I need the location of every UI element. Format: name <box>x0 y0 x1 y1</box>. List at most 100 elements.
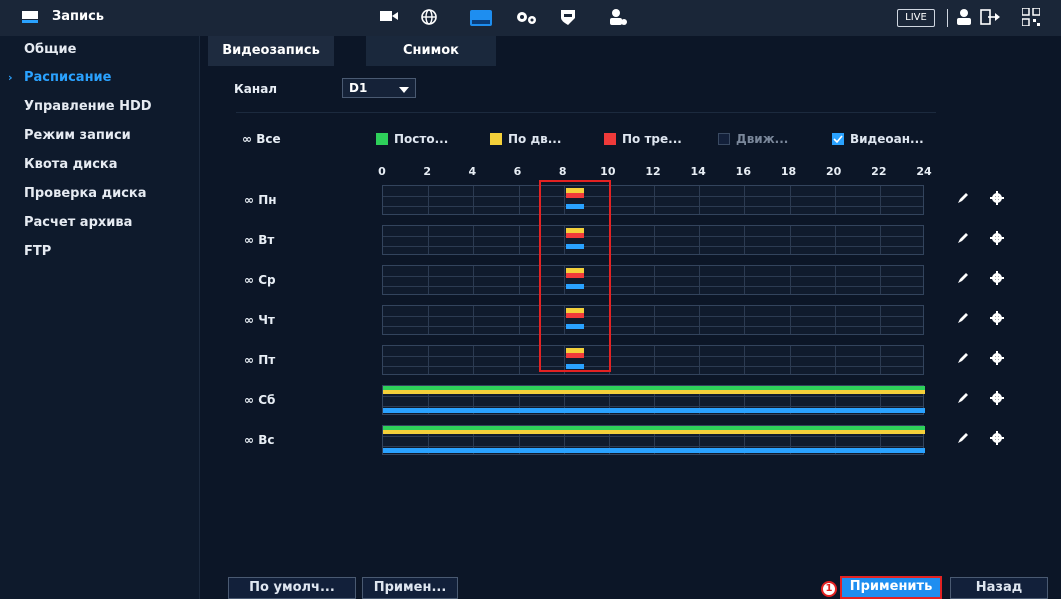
edit-pen-icon[interactable] <box>956 271 970 289</box>
gear-icon[interactable] <box>990 431 1004 449</box>
shield-icon[interactable] <box>560 8 576 31</box>
sidebar-item-schedule[interactable]: › Расписание <box>0 64 200 92</box>
day-link[interactable]: ∞ Ср <box>244 273 276 287</box>
hour-tick-label: 24 <box>916 165 932 178</box>
grid-line <box>428 346 430 374</box>
gear-icon[interactable] <box>990 191 1004 209</box>
link-icon: ∞ <box>244 313 259 327</box>
sidebar-item-general[interactable]: Общие <box>0 36 200 64</box>
sidebar-item-record-mode[interactable]: Режим записи <box>0 122 200 150</box>
edit-pen-icon[interactable] <box>956 231 970 249</box>
sidebar-item-archive-calc[interactable]: Расчет архива <box>0 209 200 237</box>
logout-icon[interactable] <box>980 8 1002 31</box>
live-button[interactable]: LIVE <box>897 9 935 27</box>
grid-line <box>879 346 881 374</box>
all-label: Все <box>256 132 281 146</box>
back-button[interactable]: Назад <box>950 577 1048 599</box>
tab-snapshot[interactable]: Снимок <box>366 36 496 66</box>
legend-label: Посто... <box>394 132 449 146</box>
sidebar-item-hdd[interactable]: Управление HDD <box>0 93 200 121</box>
channel-value: D1 <box>349 81 368 95</box>
day-link[interactable]: ∞ Вт <box>244 233 274 247</box>
legend-label: По тре... <box>622 132 682 146</box>
legend-motion-detect[interactable]: Движ... <box>718 132 788 146</box>
hour-tick-label: 6 <box>513 165 522 178</box>
day-link[interactable]: ∞ Пн <box>244 193 277 207</box>
grid-line <box>654 306 655 334</box>
day-link[interactable]: ∞ Сб <box>244 393 275 407</box>
grid-line <box>789 346 791 374</box>
day-link[interactable]: ∞ Вс <box>244 433 274 447</box>
grid-line <box>518 186 520 214</box>
window-title: Запись <box>52 9 105 24</box>
grid-line <box>383 246 923 247</box>
gear-icon[interactable] <box>990 271 1004 289</box>
grid-line <box>428 186 430 214</box>
default-button[interactable]: По умолч... <box>228 577 356 599</box>
link-icon: ∞ <box>244 193 259 207</box>
grid-line <box>789 306 791 334</box>
grid-line <box>383 196 923 197</box>
grid-line <box>383 316 923 317</box>
schedule-track[interactable] <box>382 385 925 415</box>
grid-line <box>699 186 701 214</box>
grid-line <box>789 186 791 214</box>
edit-pen-icon[interactable] <box>956 431 970 449</box>
edit-pen-icon[interactable] <box>956 391 970 409</box>
day-link[interactable]: ∞ Чт <box>244 313 275 327</box>
sidebar-item-ftp[interactable]: FTP <box>0 238 200 266</box>
apply-button[interactable]: Применить <box>840 576 942 599</box>
schedule-track[interactable] <box>382 305 924 335</box>
grid-line <box>473 346 475 374</box>
grid-line <box>654 266 655 294</box>
gear-icon[interactable] <box>990 311 1004 329</box>
legend-motion[interactable]: По дв... <box>490 132 561 146</box>
edit-pen-icon[interactable] <box>956 191 970 209</box>
schedule-track[interactable] <box>382 345 924 375</box>
schedule-track[interactable] <box>382 225 924 255</box>
grid-line <box>518 306 520 334</box>
edit-pen-icon[interactable] <box>956 351 970 369</box>
legend-continuous[interactable]: Посто... <box>376 132 448 146</box>
tab-video-record[interactable]: Видеозапись <box>208 36 334 66</box>
grid-line <box>428 266 430 294</box>
legend-alarm[interactable]: По тре... <box>604 132 682 146</box>
qr-icon[interactable] <box>1021 7 1041 31</box>
grid-line <box>383 406 923 407</box>
grid-line <box>518 346 520 374</box>
gear-icon[interactable] <box>990 391 1004 409</box>
hour-tick-label: 10 <box>600 165 616 178</box>
edit-pen-icon[interactable] <box>956 311 970 329</box>
highlight-box <box>539 180 611 372</box>
gear-icon[interactable] <box>990 231 1004 249</box>
gear-icon[interactable] <box>990 351 1004 369</box>
apply-to-button[interactable]: Примен... <box>362 577 458 599</box>
sidebar-item-disk-check[interactable]: Проверка диска <box>0 180 200 208</box>
sidebar-item-disk-quota[interactable]: Квота диска <box>0 151 200 179</box>
user-icon[interactable] <box>956 8 972 31</box>
day-link[interactable]: ∞ Пт <box>244 353 275 367</box>
legend-swatch-continuous <box>376 133 388 145</box>
day-label: Вт <box>258 233 275 247</box>
divider <box>236 112 936 113</box>
all-link[interactable]: ∞ Все <box>242 132 281 146</box>
grid-line <box>383 326 923 327</box>
day-label: Ср <box>258 273 276 287</box>
day-label: Вс <box>258 433 275 447</box>
schedule-track[interactable] <box>382 265 924 295</box>
settings-icon[interactable] <box>515 8 537 31</box>
network-icon[interactable] <box>420 8 438 31</box>
hour-tick-label: 2 <box>423 165 431 178</box>
account-icon[interactable] <box>608 8 628 31</box>
hour-tick-label: 0 <box>378 165 386 178</box>
grid-line <box>428 306 430 334</box>
storage-icon[interactable] <box>470 10 492 31</box>
channel-select[interactable]: D1 <box>342 78 416 98</box>
grid-line <box>744 306 746 334</box>
camera-icon[interactable] <box>380 8 398 28</box>
schedule-track[interactable] <box>382 185 924 215</box>
legend-analytics[interactable]: Видеоан... <box>832 132 924 146</box>
divider <box>947 9 948 27</box>
schedule-track[interactable] <box>382 425 925 455</box>
grid-line <box>834 266 836 294</box>
